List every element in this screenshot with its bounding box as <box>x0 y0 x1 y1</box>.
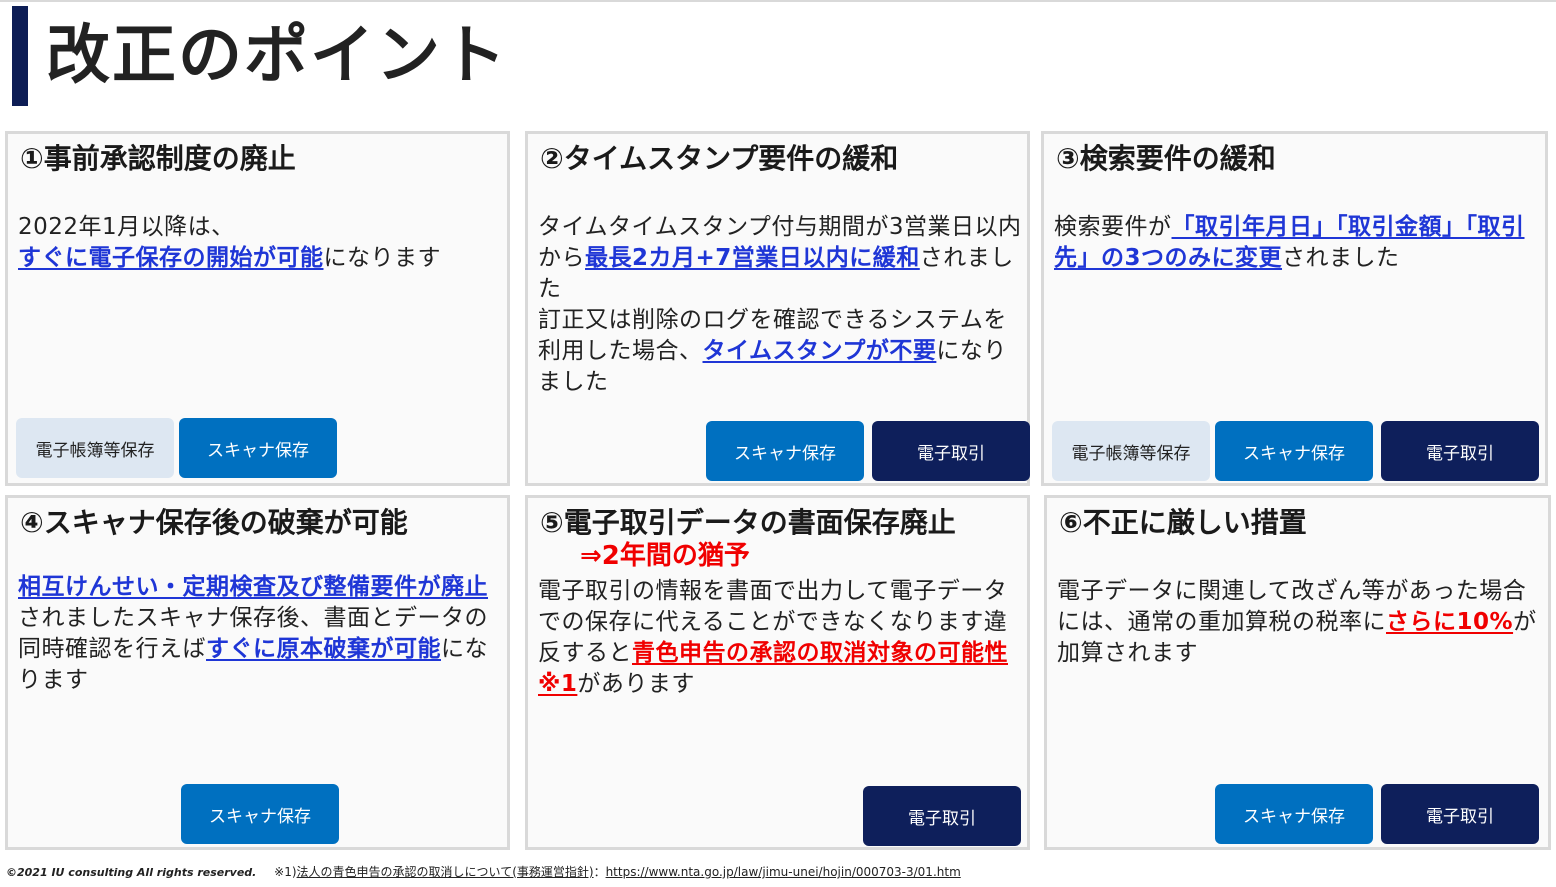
tag-scanner-hozon: スキャナ保存 <box>706 421 864 481</box>
card-strict-measures: ⑥不正に厳しい措置 電子データに関連して改ざん等があった場合には、通常の重加算税… <box>1044 495 1551 850</box>
tag-denshi-torihiki: 電子取引 <box>863 786 1021 846</box>
highlight-text: 相互けんせい・定期検査及び整備要件が廃止 <box>18 574 488 600</box>
copyright: ©2021 IU consulting All rights reserved. <box>6 866 257 879</box>
card-body: タイムタイムスタンプ付与期間が3営業日以内から最長2カ月+7営業日以内に緩和され… <box>538 212 1023 398</box>
body-text: になります <box>323 245 441 271</box>
card-timestamp: ②タイムスタンプ要件の緩和 タイムタイムスタンプ付与期間が3営業日以内から最長2… <box>525 131 1030 486</box>
card-heading: ①事前承認制度の廃止 <box>20 142 296 175</box>
tag-scanner-hozon: スキャナ保存 <box>181 784 339 844</box>
highlight-text: すぐに電子保存の開始が可能 <box>18 245 324 271</box>
card-heading: ⑥不正に厳しい措置 <box>1059 506 1307 539</box>
tag-scanner-hozon: スキャナ保存 <box>1215 784 1373 844</box>
page-title: 改正のポイント <box>46 19 508 93</box>
warning-text: さらに10% <box>1386 609 1514 635</box>
card-subheading: ⇒2年間の猶予 <box>580 541 750 571</box>
footnote-separator: ： <box>593 865 606 879</box>
card-scanner-disposal: ④スキャナ保存後の破棄が可能 相互けんせい・定期検査及び整備要件が廃止されました… <box>5 495 510 850</box>
card-body: 2022年1月以降は、すぐに電子保存の開始が可能になります <box>18 212 503 274</box>
tag-denshi-choubo: 電子帳簿等保存 <box>1052 421 1210 481</box>
card-body: 検索要件が「取引年月日」「取引金額」「取引先」の3つのみに変更されました <box>1054 212 1539 274</box>
tag-denshi-torihiki: 電子取引 <box>1381 784 1539 844</box>
footnote-reference-link[interactable]: 法人の青色申告の承認の取消しについて(事務運営指針) <box>297 865 594 879</box>
title-accent-bar <box>12 6 28 106</box>
card-heading: ③検索要件の緩和 <box>1056 142 1276 175</box>
tag-denshi-torihiki: 電子取引 <box>1381 421 1539 481</box>
card-heading: ②タイムスタンプ要件の緩和 <box>540 142 899 175</box>
card-search-requirements: ③検索要件の緩和 検索要件が「取引年月日」「取引金額」「取引先」の3つのみに変更… <box>1041 131 1548 486</box>
tag-scanner-hozon: スキャナ保存 <box>179 418 337 478</box>
card-heading: ④スキャナ保存後の破棄が可能 <box>20 506 408 539</box>
tag-denshi-torihiki: 電子取引 <box>872 421 1030 481</box>
footnote-marker: ※1) <box>274 865 297 879</box>
body-text: されました <box>1282 245 1400 271</box>
card-body: 相互けんせい・定期検査及び整備要件が廃止されましたスキャナ保存後、書面とデータの… <box>18 572 503 696</box>
footnote-url-link[interactable]: https://www.nta.go.jp/law/jimu-unei/hoji… <box>606 865 961 879</box>
highlight-text: すぐに原本破棄が可能 <box>206 636 441 662</box>
card-heading: ⑤電子取引データの書面保存廃止 <box>540 506 956 539</box>
highlight-text: 最長2カ月+7営業日以内に緩和 <box>585 245 920 271</box>
body-text: 2022年1月以降は、 <box>18 214 235 240</box>
card-body: 電子取引の情報を書面で出力して電子データでの保存に代えることができなくなります違… <box>538 576 1023 700</box>
footer: ©2021 IU consulting All rights reserved.… <box>6 863 961 880</box>
highlight-text: タイムスタンプが不要 <box>702 338 937 364</box>
top-divider <box>0 0 1556 2</box>
card-prior-approval: ①事前承認制度の廃止 2022年1月以降は、すぐに電子保存の開始が可能になります… <box>5 131 510 486</box>
tag-scanner-hozon: スキャナ保存 <box>1215 421 1373 481</box>
body-text: 検索要件が <box>1054 214 1172 240</box>
tag-denshi-choubo: 電子帳簿等保存 <box>16 418 174 478</box>
body-text: があります <box>577 671 695 697</box>
card-paper-storage-abolition: ⑤電子取引データの書面保存廃止 ⇒2年間の猶予 電子取引の情報を書面で出力して電… <box>525 495 1030 850</box>
card-body: 電子データに関連して改ざん等があった場合には、通常の重加算税の税率にさらに10%… <box>1057 576 1542 669</box>
